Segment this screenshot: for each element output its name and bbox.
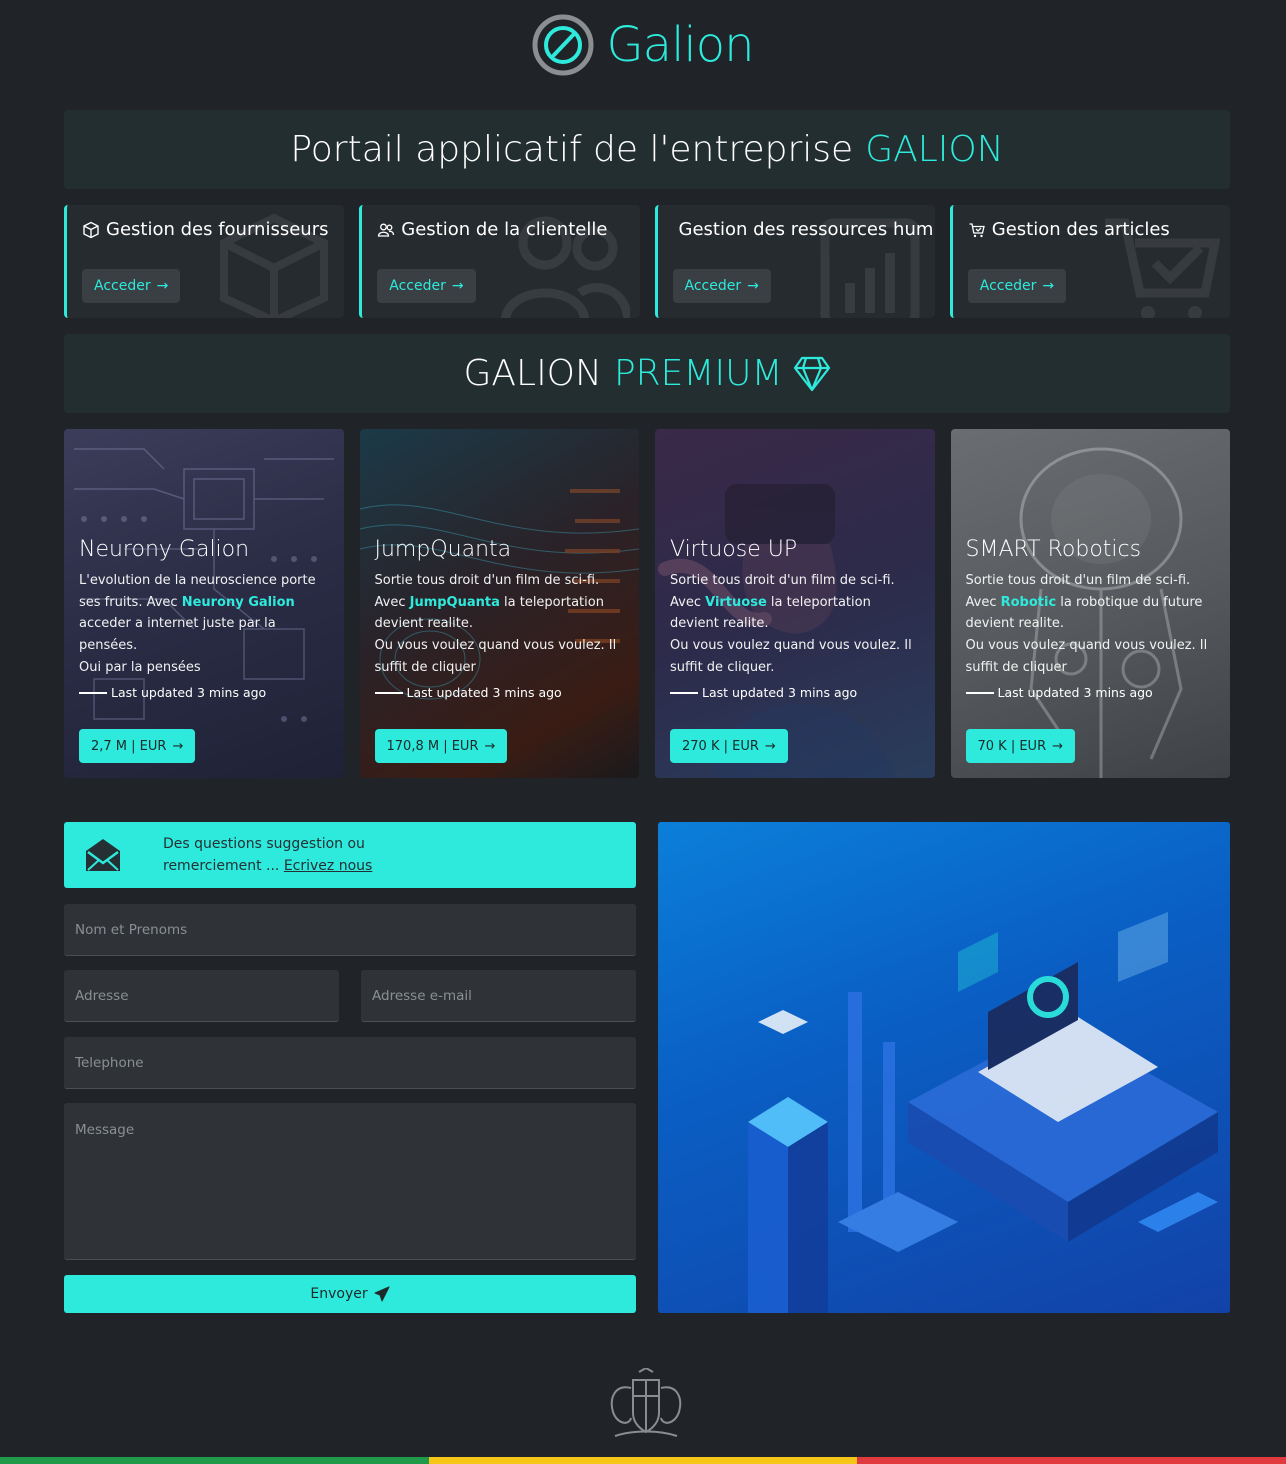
premium-card-title: Neurony Galion — [79, 537, 250, 562]
brand-name: Galion — [606, 17, 754, 73]
premium-card-jumpquanta: JumpQuanta Sortie tous droit d'un film d… — [359, 429, 639, 778]
premium-card-description: Sortie tous droit d'un film de sci-fi. A… — [374, 573, 617, 675]
card-clientelle: Gestion de la clientelle Acceder → — [359, 205, 640, 318]
phone-input[interactable]: Telephone — [64, 1037, 636, 1089]
contact-heading-line2: remerciement ... — [163, 858, 280, 874]
price-button-virtuose[interactable]: 270 K | EUR → — [670, 729, 788, 763]
premium-title-highlight: PREMIUM — [613, 353, 783, 394]
message-textarea[interactable]: Message — [64, 1103, 636, 1260]
box-icon — [83, 221, 99, 238]
diamond-icon — [793, 356, 830, 391]
cart-icon — [969, 222, 985, 237]
last-updated: Last updated 3 mins ago — [374, 685, 625, 700]
envelope-icon — [86, 839, 120, 871]
galion-logo-icon — [532, 14, 594, 76]
acceder-button-ressources[interactable]: Acceder → — [672, 269, 771, 303]
flag-stripes — [0, 1457, 1286, 1464]
premium-card-title: Virtuose UP — [670, 537, 798, 562]
premium-cards: Neurony Galion L'evolution de la neurosc… — [64, 429, 1230, 778]
stripe-yellow — [428, 1457, 858, 1464]
isometric-tech-illustration — [658, 822, 1230, 1313]
people-icon — [378, 223, 395, 237]
arrow-right-icon: → — [1042, 278, 1055, 294]
stripe-red — [857, 1457, 1286, 1464]
arrow-right-icon: → — [156, 278, 169, 294]
arrow-right-icon: → — [451, 278, 464, 294]
stripe-green — [0, 1457, 429, 1464]
price-button-jumpquanta[interactable]: 170,8 M | EUR → — [374, 729, 508, 763]
portal-title-banner: Portail applicatif de l'entreprise GALIO… — [64, 110, 1230, 189]
premium-card-title: SMART Robotics — [965, 537, 1142, 562]
premium-card-description: Sortie tous droit d'un film de sci-fi. A… — [965, 573, 1208, 675]
arrow-right-icon: → — [1052, 738, 1064, 754]
name-input[interactable]: Nom et Prenoms — [64, 904, 636, 956]
card-label: Gestion de la clientelle — [401, 219, 608, 240]
last-updated: Last updated 3 mins ago — [79, 685, 329, 700]
card-label: Gestion des fournisseurs — [106, 219, 329, 240]
card-label: Gestion des ressources humaines — [678, 219, 933, 240]
last-updated: Last updated 3 mins ago — [965, 685, 1216, 700]
premium-card-virtuose: Virtuose UP Sortie tous droit d'un film … — [655, 429, 935, 778]
arrow-right-icon: → — [484, 738, 496, 754]
acceder-button-fournisseurs[interactable]: Acceder → — [82, 269, 181, 303]
premium-card-neurony: Neurony Galion L'evolution de la neurosc… — [64, 429, 344, 778]
coat-of-arms-icon — [610, 1368, 682, 1437]
premium-card-description: Sortie tous droit d'un film de sci-fi. A… — [670, 573, 912, 675]
portal-title: Portail applicatif de l'entreprise — [290, 129, 854, 170]
contact-heading-line1: Des questions suggestion ou — [163, 836, 365, 852]
contact-heading: Des questions suggestion ou remerciement… — [64, 822, 636, 888]
acceder-button-clientelle[interactable]: Acceder → — [377, 269, 476, 303]
paper-plane-icon — [374, 1286, 390, 1302]
premium-title: GALION — [463, 353, 602, 394]
arrow-right-icon: → — [764, 738, 776, 754]
premium-card-title: JumpQuanta — [374, 537, 512, 562]
price-button-robotics[interactable]: 70 K | EUR → — [965, 729, 1076, 763]
premium-banner: GALION PREMIUM — [64, 334, 1230, 413]
card-fournisseurs: Gestion des fournisseurs Acceder → — [64, 205, 345, 318]
send-button[interactable]: Envoyer — [64, 1275, 636, 1313]
email-input[interactable]: Adresse e-mail — [361, 970, 636, 1022]
address-input[interactable]: Adresse — [64, 970, 339, 1022]
premium-card-robotics: SMART Robotics Sortie tous droit d'un fi… — [950, 429, 1230, 778]
write-us-link[interactable]: Ecrivez nous — [284, 858, 373, 874]
arrow-right-icon: → — [747, 278, 759, 294]
acceder-button-articles[interactable]: Acceder → — [967, 269, 1067, 303]
brand-logo[interactable]: Galion — [0, 12, 1286, 78]
portal-title-highlight: GALION — [865, 129, 1004, 170]
card-label: Gestion des articles — [991, 219, 1170, 240]
last-updated: Last updated 3 mins ago — [670, 685, 920, 700]
premium-card-description: L'evolution de la neuroscience porte ses… — [79, 573, 316, 675]
price-button-neurony[interactable]: 2,7 M | EUR → — [79, 729, 196, 763]
send-label: Envoyer — [310, 1286, 368, 1302]
management-cards: Gestion des fournisseurs Acceder → Gestio… — [64, 205, 1230, 318]
arrow-right-icon: → — [172, 738, 184, 754]
card-ressources: Gestion des ressources humaines Acceder→ — [654, 205, 935, 318]
card-articles: Gestion des articles Acceder → — [949, 205, 1230, 318]
